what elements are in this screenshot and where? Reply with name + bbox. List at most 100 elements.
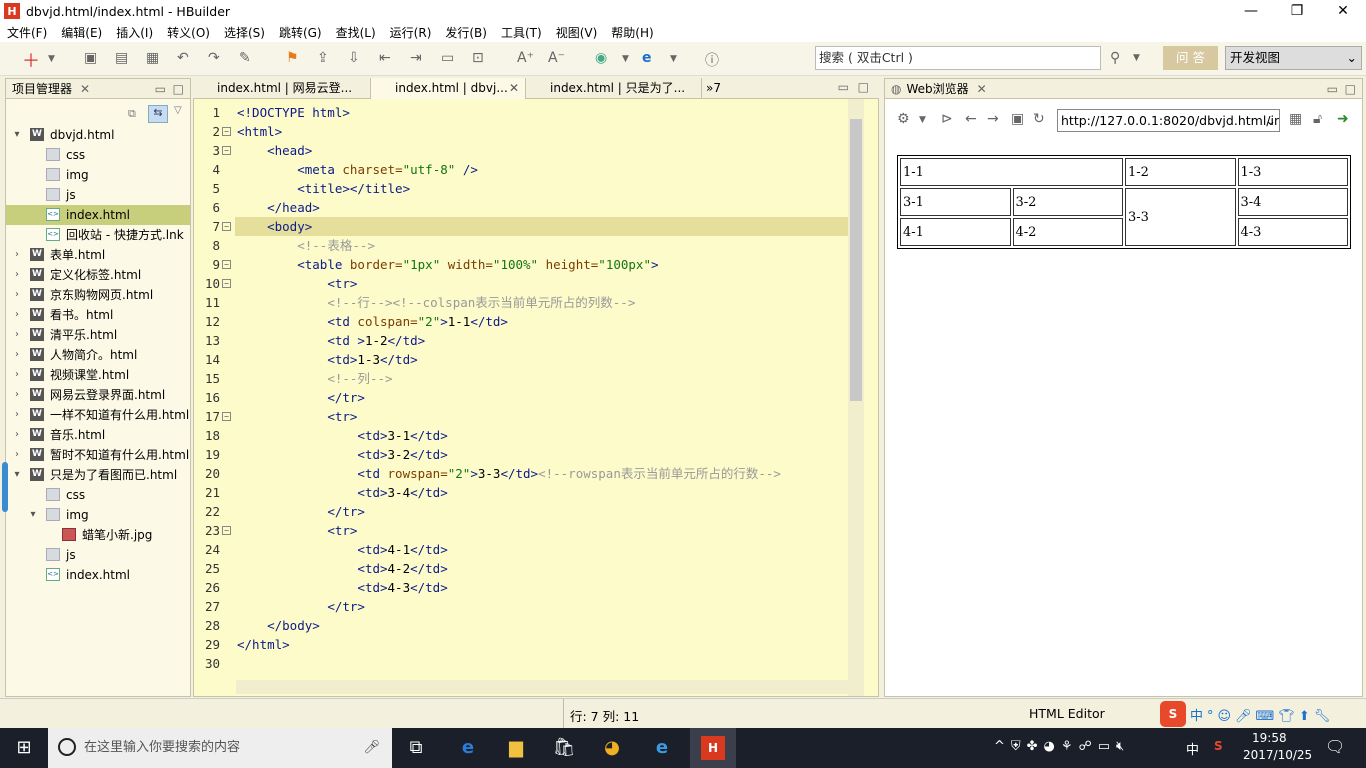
tree-item[interactable]: › W 一样不知道有什么用.html bbox=[6, 405, 190, 425]
tree-item[interactable]: css bbox=[6, 145, 190, 165]
tree-item[interactable]: js bbox=[6, 545, 190, 565]
tree-item[interactable]: <> index.html bbox=[6, 205, 190, 225]
tree-item[interactable]: › W 京东购物网页.html bbox=[6, 285, 190, 305]
tree-item[interactable]: › W 视频课堂.html bbox=[6, 365, 190, 385]
chevron-down-icon[interactable]: ▼ bbox=[1133, 53, 1140, 63]
forward-arrow-icon[interactable]: → bbox=[987, 111, 999, 127]
settings-gear-icon[interactable]: ⚙ bbox=[897, 111, 910, 127]
close-icon[interactable]: ✕ bbox=[977, 82, 987, 96]
tree-item[interactable]: › W 音乐.html bbox=[6, 425, 190, 445]
close-icon[interactable]: ✕ bbox=[509, 78, 519, 99]
file-explorer-icon[interactable]: ▆ bbox=[504, 736, 528, 760]
fold-toggle-icon[interactable]: − bbox=[222, 260, 231, 269]
chevron-down-icon[interactable]: ▾ bbox=[28, 505, 38, 525]
maximize-icon[interactable]: □ bbox=[173, 82, 184, 96]
microphone-icon[interactable]: 🎤︎ bbox=[363, 728, 380, 768]
scrollbar-thumb[interactable] bbox=[850, 119, 862, 401]
refresh-icon[interactable]: ↻ bbox=[1033, 111, 1045, 127]
tree-item[interactable]: ▾ Wdbvjd.html bbox=[6, 125, 190, 145]
save-all-icon[interactable]: ▤ bbox=[115, 50, 128, 66]
tab-kantu[interactable]: index.html | 只是为了... bbox=[526, 78, 702, 99]
chevron-down-icon[interactable]: ▼ bbox=[48, 54, 55, 64]
chevron-right-icon[interactable]: › bbox=[12, 425, 22, 445]
tab-wangyiyun[interactable]: index.html | 网易云登... bbox=[193, 78, 371, 99]
url-input[interactable]: http://127.0.0.1:8020/dbvjd.html/in ⌄ bbox=[1057, 109, 1280, 132]
fold-toggle-icon[interactable]: − bbox=[222, 526, 231, 535]
menu-item[interactable]: 文件(F) bbox=[0, 24, 54, 41]
chevron-right-icon[interactable]: › bbox=[12, 445, 22, 465]
tray-icons[interactable]: ^⛨✤◕⚘☍▭🔇︎ bbox=[994, 739, 1130, 754]
tree-item[interactable]: › W 网易云登录界面.html bbox=[6, 385, 190, 405]
chevron-right-icon[interactable]: › bbox=[12, 345, 22, 365]
hbuilder-taskbar-button[interactable]: H bbox=[690, 728, 736, 768]
import-icon[interactable]: ⇪ bbox=[317, 50, 329, 66]
windows-start-icon[interactable]: ⊞ bbox=[12, 736, 36, 760]
more-tabs[interactable]: »7 bbox=[702, 78, 742, 99]
font-increase-icon[interactable]: A⁺ bbox=[517, 50, 534, 66]
qrcode-icon[interactable]: ▦ bbox=[1289, 111, 1302, 127]
bookmark-icon[interactable]: ⚑ bbox=[286, 50, 299, 66]
ie-icon[interactable]: e bbox=[650, 736, 674, 760]
menu-item[interactable]: 选择(S) bbox=[217, 24, 272, 41]
search-icon[interactable]: ⚲ bbox=[1110, 50, 1120, 66]
run-icon[interactable]: ◉ bbox=[595, 50, 607, 66]
menu-item[interactable]: 工具(T) bbox=[494, 24, 549, 41]
help-doc-icon[interactable]: ⓘ bbox=[705, 50, 719, 70]
ime-toolbar-icons[interactable]: 中°☺🎤︎⌨👕︎⬆🔧︎ bbox=[1190, 705, 1334, 724]
menu-item[interactable]: 发行(B) bbox=[438, 24, 494, 41]
sogou-ime-icon[interactable]: S bbox=[1160, 701, 1186, 727]
new-file-icon[interactable]: ＋ bbox=[22, 47, 40, 73]
chevron-down-icon[interactable]: ▼ bbox=[670, 54, 677, 64]
comment-icon[interactable]: ▭ bbox=[441, 50, 454, 66]
scroll-handle[interactable] bbox=[2, 462, 8, 512]
minimize-icon[interactable]: ▭ bbox=[1327, 82, 1338, 96]
browser-preview-icon[interactable]: e bbox=[642, 50, 652, 66]
ask-button[interactable]: 问 答 bbox=[1163, 46, 1218, 70]
close-icon[interactable]: ✕ bbox=[80, 82, 90, 96]
tree-item[interactable]: <> 回收站 - 快捷方式.lnk bbox=[6, 225, 190, 245]
menu-item[interactable]: 帮助(H) bbox=[604, 24, 660, 41]
menu-item[interactable]: 查找(L) bbox=[329, 24, 383, 41]
menu-item[interactable]: 插入(I) bbox=[109, 24, 160, 41]
taskbar-search-input[interactable]: 在这里输入你要搜索的内容 🎤︎ bbox=[48, 728, 392, 768]
fold-toggle-icon[interactable]: − bbox=[222, 412, 231, 421]
tree-item[interactable]: › W 看书。html bbox=[6, 305, 190, 325]
chevron-right-icon[interactable]: › bbox=[12, 325, 22, 345]
minimize-button[interactable]: — bbox=[1228, 0, 1274, 22]
code-editor[interactable]: 1 2−3−4 5 6 7−8 9−10−11 12 13 14 15 16 17−18 19 20 21 2… bbox=[193, 99, 879, 697]
font-decrease-icon[interactable]: A⁻ bbox=[548, 50, 565, 66]
view-menu-icon[interactable]: ▽ bbox=[174, 105, 182, 116]
menu-item[interactable]: 视图(V) bbox=[549, 24, 605, 41]
fold-toggle-icon[interactable]: − bbox=[222, 146, 231, 155]
menu-item[interactable]: 运行(R) bbox=[383, 24, 439, 41]
maximize-icon[interactable]: □ bbox=[1345, 82, 1356, 96]
horizontal-scrollbar[interactable] bbox=[236, 680, 848, 694]
tree-item[interactable]: js bbox=[6, 185, 190, 205]
undo-icon[interactable]: ↶ bbox=[177, 50, 189, 66]
browser-app-icon[interactable]: ◕ bbox=[600, 736, 624, 760]
menu-item[interactable]: 跳转(G) bbox=[272, 24, 329, 41]
fold-toggle-icon[interactable]: − bbox=[222, 127, 231, 136]
format-icon[interactable]: ▦ bbox=[146, 50, 159, 66]
fold-toggle-icon[interactable]: − bbox=[222, 279, 231, 288]
stop-icon[interactable]: ▣ bbox=[1011, 111, 1024, 127]
tree-item[interactable]: › W 人物简介。html bbox=[6, 345, 190, 365]
minimize-icon[interactable]: ▭ bbox=[838, 80, 849, 94]
maximize-button[interactable]: ❐ bbox=[1274, 0, 1320, 22]
view-select[interactable]: 开发视图 ⌄ bbox=[1225, 46, 1362, 70]
tree-item[interactable]: ▾ img bbox=[6, 505, 190, 525]
minimize-icon[interactable]: ▭ bbox=[155, 82, 166, 96]
chevron-right-icon[interactable]: › bbox=[12, 285, 22, 305]
tab-dbvjd[interactable]: index.html | dbvj... ✕ bbox=[371, 78, 526, 99]
tree-item[interactable]: › W 定义化标签.html bbox=[6, 265, 190, 285]
maximize-icon[interactable]: □ bbox=[858, 80, 869, 94]
lock-icon[interactable]: 🔓︎ bbox=[1313, 111, 1322, 127]
menu-item[interactable]: 编辑(E) bbox=[54, 24, 109, 41]
notification-icon[interactable]: 🗨︎ bbox=[1325, 737, 1345, 756]
tree-item[interactable]: <> index.html bbox=[6, 565, 190, 585]
edge-icon[interactable]: e bbox=[456, 736, 480, 760]
chevron-down-icon[interactable]: ▾ bbox=[12, 125, 22, 145]
chevron-down-icon[interactable]: ▼ bbox=[622, 54, 629, 64]
chevron-right-icon[interactable]: › bbox=[12, 305, 22, 325]
redo-icon[interactable]: ↷ bbox=[208, 50, 220, 66]
